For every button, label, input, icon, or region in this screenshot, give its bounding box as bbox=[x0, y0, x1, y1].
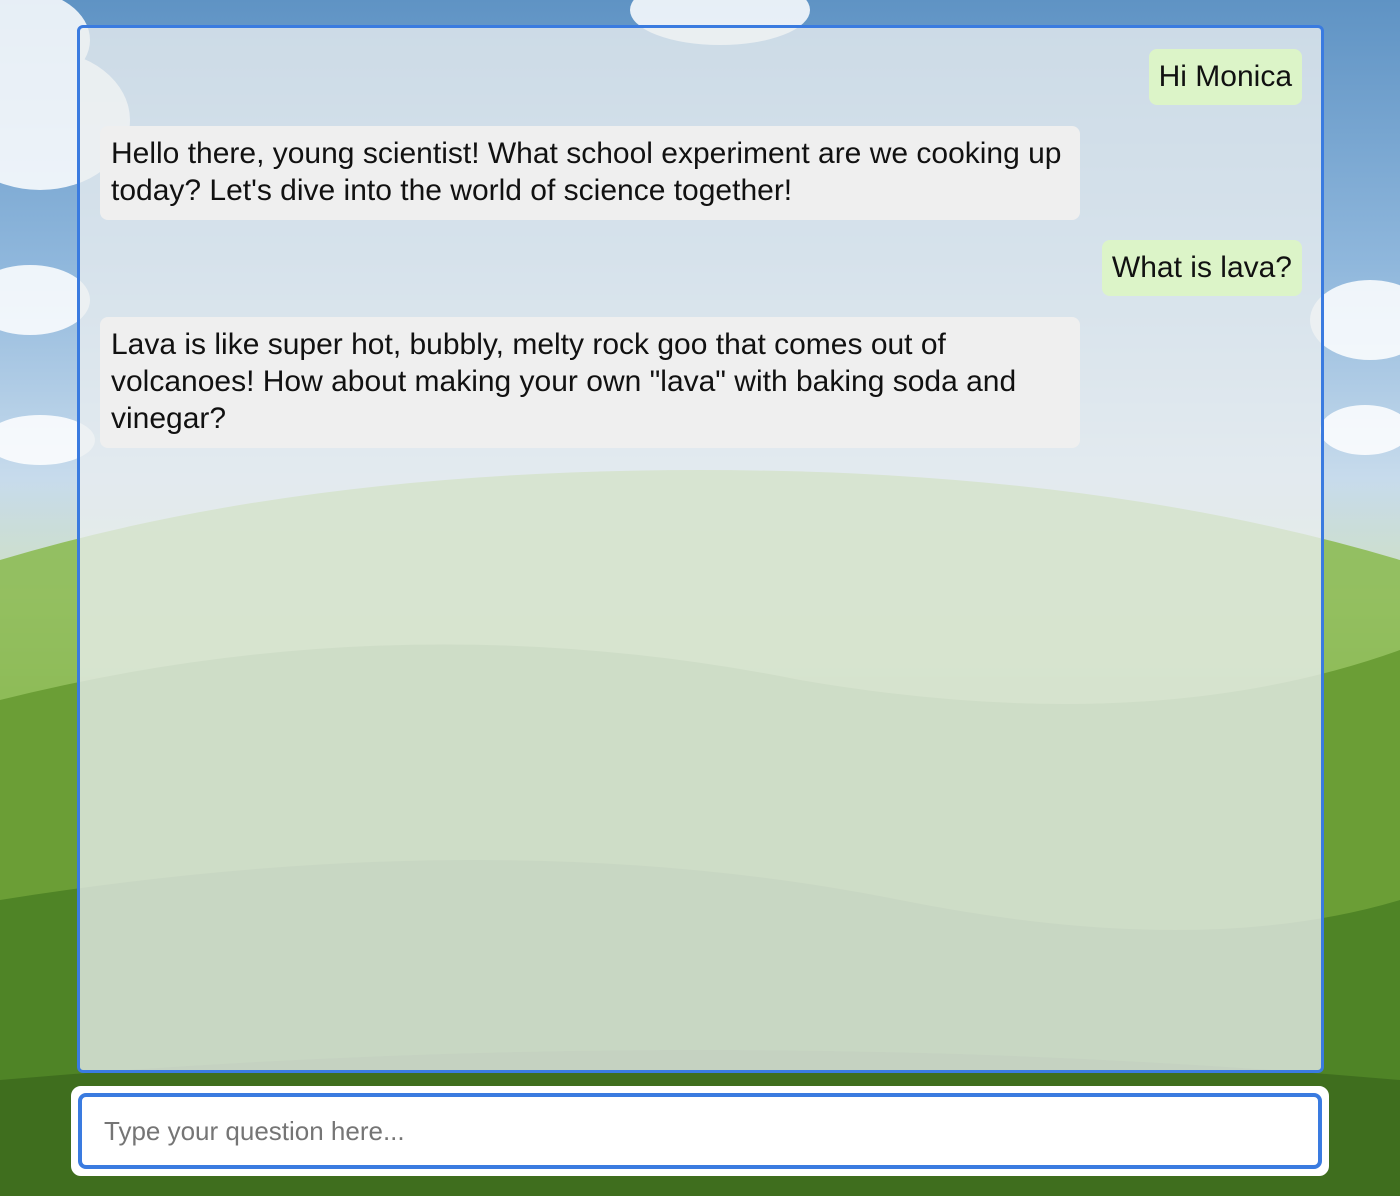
assistant-message-bubble: Hello there, young scientist! What schoo… bbox=[100, 126, 1080, 220]
user-message-bubble: What is lava? bbox=[1101, 240, 1302, 296]
chat-messages-panel[interactable]: Hi Monica Hello there, young scientist! … bbox=[77, 25, 1324, 1073]
question-input-container bbox=[71, 1086, 1329, 1176]
assistant-message-bubble: Lava is like super hot, bubbly, melty ro… bbox=[100, 317, 1080, 448]
question-input[interactable] bbox=[78, 1093, 1322, 1169]
user-message-bubble: Hi Monica bbox=[1148, 49, 1302, 105]
